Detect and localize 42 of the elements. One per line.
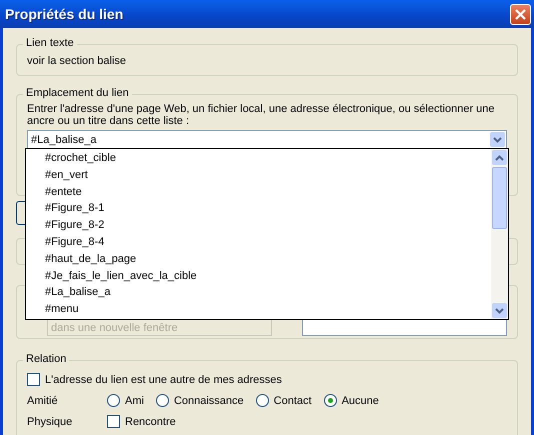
row-label: Physique (27, 416, 74, 428)
chevron-down-icon (493, 136, 502, 142)
list-item[interactable]: #en_vert (45, 166, 491, 184)
instruction-text: Entrer l'adresse d'une page Web, un fichier local, une adresse électronique, ou sélectionner une ancre ou un titre dans cette liste : (27, 103, 496, 127)
window-title: Propriétés du lien (5, 6, 124, 22)
chevron-down-icon (495, 308, 504, 314)
radio-button[interactable] (256, 394, 269, 407)
list-item[interactable]: #entete (45, 184, 491, 200)
chevron-up-icon (495, 154, 504, 160)
list-item[interactable]: #crochet_cible (45, 150, 491, 167)
link-text: voir la section balise (27, 55, 126, 67)
list-item[interactable]: #menu (45, 301, 491, 318)
list-item[interactable]: #haut_de_la_page (45, 250, 491, 268)
close-button[interactable] (510, 4, 531, 24)
radio-button[interactable] (156, 394, 169, 407)
list-item[interactable]: #Figure_8-2 (45, 217, 491, 234)
text-field[interactable] (302, 319, 507, 336)
scroll-thumb[interactable] (492, 167, 507, 229)
radio-button[interactable] (107, 394, 120, 407)
list-item[interactable]: #La_balise_a (45, 284, 491, 302)
checkbox[interactable] (107, 415, 120, 428)
scrollbar[interactable] (491, 149, 508, 319)
group-legend: Lien texte (23, 37, 77, 49)
close-icon (515, 8, 526, 20)
group-legend: Relation (23, 353, 70, 365)
scroll-up-button[interactable] (492, 150, 507, 165)
list-item[interactable]: #Figure_8-4 (45, 234, 491, 251)
dropdown-button[interactable] (490, 132, 505, 147)
radio-option[interactable]: Aucune (324, 394, 379, 407)
list-item[interactable]: #Figure_8-1 (45, 200, 491, 218)
radio-option[interactable]: Connaissance (156, 394, 244, 407)
scroll-down-button[interactable] (492, 303, 507, 318)
url-combobox[interactable]: #La_balise_a (27, 130, 507, 149)
radio-option[interactable]: Ami (107, 394, 144, 407)
checkbox-option[interactable]: L'adresse du lien est une autre de mes adresses (27, 373, 282, 386)
radio-button[interactable] (324, 394, 337, 407)
row-label: Amitié (27, 394, 59, 406)
group-legend: Emplacement du lien (23, 87, 132, 99)
list-item[interactable]: #Je_fais_le_lien_avec_la_cible (45, 268, 491, 284)
checkbox-option[interactable]: Rencontre (107, 415, 176, 428)
radio-option[interactable]: Contact (256, 394, 312, 407)
checkbox[interactable] (27, 373, 40, 386)
